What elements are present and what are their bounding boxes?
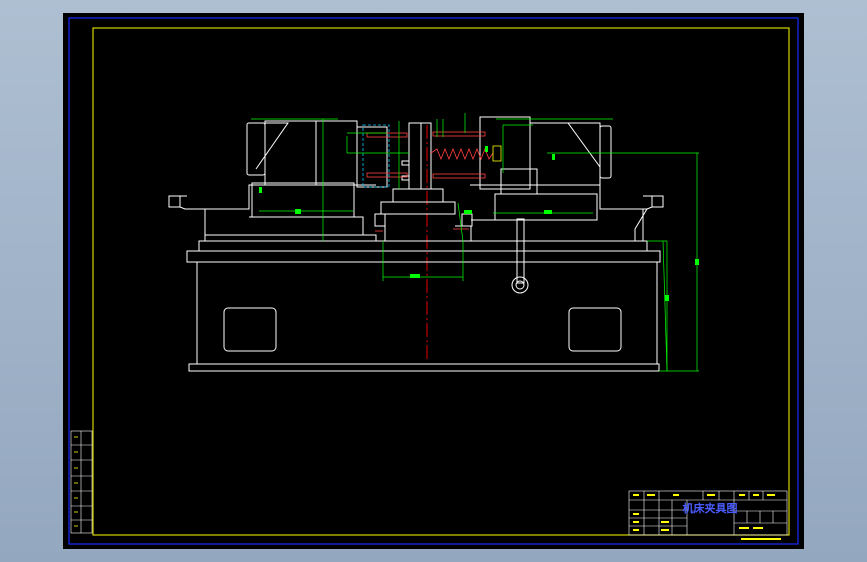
left-strip-marks xyxy=(74,436,78,527)
base-window-right xyxy=(568,307,622,352)
dimension-text xyxy=(259,146,699,301)
vise-body xyxy=(168,116,664,294)
dimension-lines xyxy=(251,113,699,372)
sheet-outer-border xyxy=(68,17,799,545)
base-window-left xyxy=(223,307,277,352)
machine-base xyxy=(186,240,661,372)
left-side-strip xyxy=(70,430,93,534)
screw-nut xyxy=(492,145,502,162)
title-block-marks xyxy=(633,494,781,540)
cad-viewport[interactable]: 机床夹具图 xyxy=(63,13,804,549)
drawing-title: 机床夹具图 xyxy=(683,501,738,515)
clamp-screw xyxy=(366,131,494,232)
drawing-canvas[interactable]: 机床夹具图 xyxy=(63,13,804,549)
